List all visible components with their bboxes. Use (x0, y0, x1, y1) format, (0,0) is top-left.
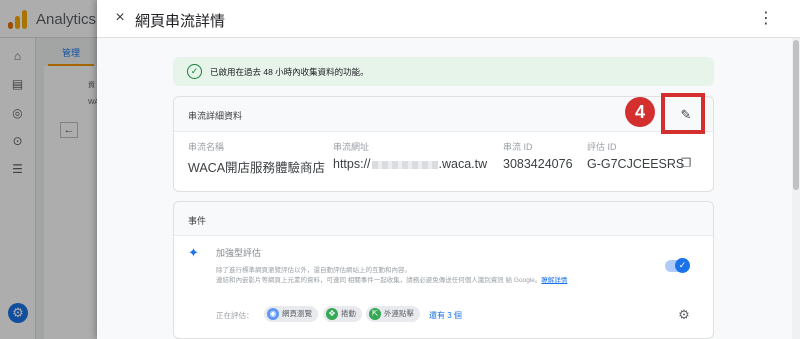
field-label: 串流網址 (333, 142, 370, 152)
scrollbar-thumb[interactable] (793, 40, 799, 190)
url-prefix: https:// (333, 157, 371, 171)
events-card: 事件 ✦ 加強型評估 除了進行標準網頁瀏覽評估以外，還自動評估網站上的互動和內容… (173, 201, 714, 339)
field-label: 評估 ID (587, 142, 617, 152)
description-line: 連結和內嵌影片等網頁上元素的資料，可連同 相關事件一起收集，請務必避免傳送任何個… (216, 277, 542, 284)
field-label: 串流名稱 (188, 142, 225, 152)
drawer-header: × 網頁串流詳情 ⋮ (97, 0, 800, 38)
more-options-icon[interactable]: ⋮ (757, 9, 775, 29)
close-icon[interactable]: × (111, 9, 129, 27)
measurement-id-field: 評估 ID G-G7CJCEESRS (587, 140, 684, 171)
banner-text: 已啟用在過去 48 小時內收集資料的功能。 (210, 67, 369, 77)
measuring-label: 正在評估： (216, 311, 254, 320)
scrollbar[interactable] (792, 38, 800, 339)
status-banner: ✓ 已啟用在過去 48 小時內收集資料的功能。 (173, 57, 714, 86)
gear-icon[interactable]: ⚙ (677, 308, 691, 322)
event-chip: ◉ 網頁瀏覽 (264, 306, 318, 322)
check-circle-icon: ✓ (187, 64, 202, 79)
stream-url-field: 串流網址 https:// .waca.tw (333, 140, 487, 171)
enhanced-measurement-toggle[interactable]: ✓ (665, 258, 690, 273)
check-icon: ✓ (675, 258, 690, 273)
url-suffix: .waca.tw (438, 157, 488, 171)
step-badge: 4 (625, 97, 655, 127)
drawer-title: 網頁串流詳情 (135, 13, 226, 30)
chip-label: 捲動 (341, 309, 356, 318)
card-title: 事件 (188, 216, 207, 226)
stream-details-drawer: × 網頁串流詳情 ⋮ ✓ 已啟用在過去 48 小時內收集資料的功能。 串流詳細資… (97, 0, 800, 339)
stream-name-field: 串流名稱 WACA開店服務體驗商店 (188, 140, 325, 176)
card-header: 事件 (174, 202, 713, 236)
outbound-click-icon: ⇱ (369, 308, 381, 320)
scroll-icon: ✥ (326, 308, 338, 320)
more-events-link[interactable]: 還有 3 個 (429, 310, 462, 321)
field-value: https:// .waca.tw (333, 157, 487, 171)
field-label: 串流 ID (503, 142, 533, 152)
description-line: 除了進行標準網頁瀏覽評估以外，還自動評估網站上的互動和內容。 (216, 267, 411, 274)
enhanced-measurement-title: 加強型評估 (216, 248, 262, 258)
field-value: G-G7CJCEESRS (587, 157, 685, 171)
field-value: WACA開店服務體驗商店 (188, 161, 326, 175)
event-chip: ⇱ 外連點擊 (366, 306, 420, 322)
learn-more-link[interactable]: 瞭解詳情 (541, 277, 567, 284)
redacted-block (371, 160, 438, 169)
copy-icon[interactable]: ❐ (679, 156, 693, 170)
card-title: 串流詳細資料 (188, 111, 243, 121)
chip-label: 網頁瀏覽 (282, 309, 312, 318)
enhanced-measurement-description: 除了進行標準網頁瀏覽評估以外，還自動評估網站上的互動和內容。 連結和內嵌影片等網… (216, 266, 656, 286)
sparkle-icon: ✦ (188, 245, 199, 260)
stream-id-field: 串流 ID 3083424076 (503, 140, 573, 171)
event-chip: ✥ 捲動 (323, 306, 362, 322)
edit-highlight-box (661, 93, 705, 134)
chip-label: 外連點擊 (384, 309, 414, 318)
eye-icon: ◉ (267, 308, 279, 320)
field-value: 3083424076 (503, 157, 573, 171)
